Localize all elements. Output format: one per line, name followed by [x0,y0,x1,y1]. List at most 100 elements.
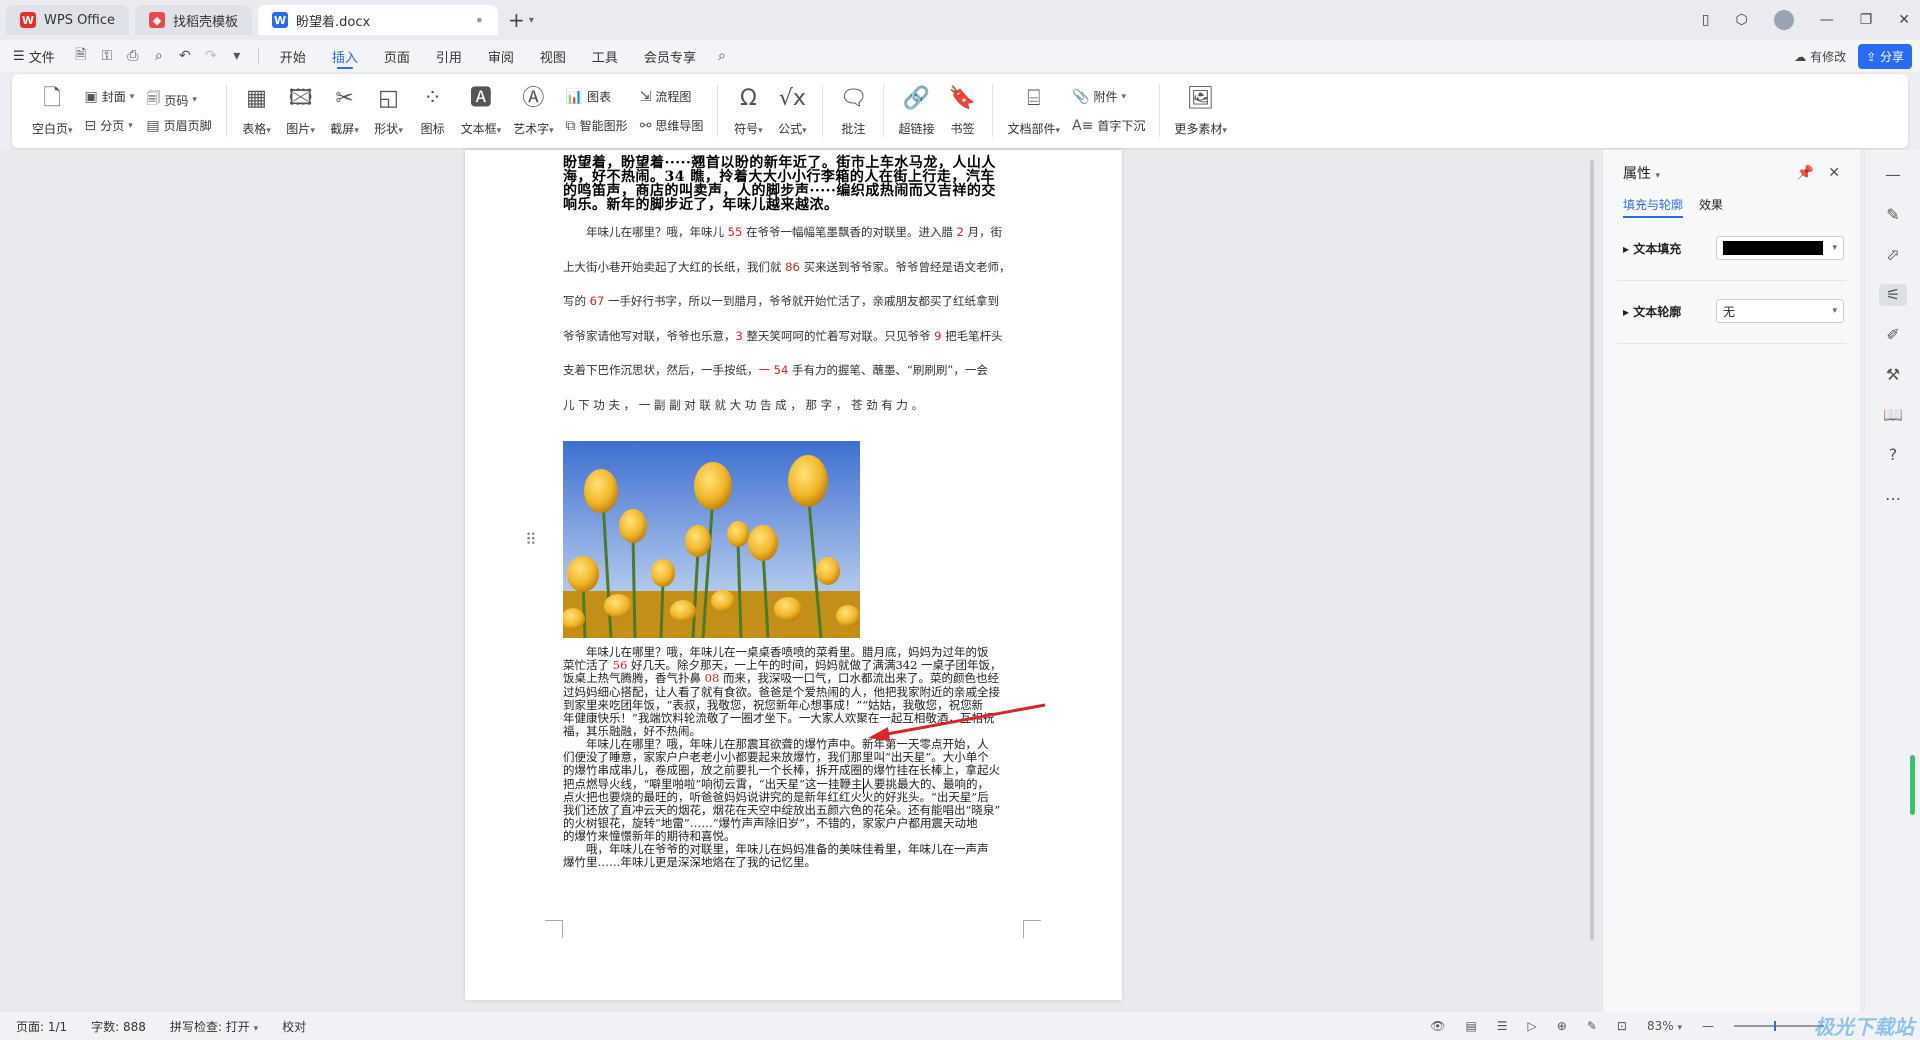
word-count[interactable]: 字数: 888 [91,1018,146,1035]
header-footer-button[interactable]: ▤ 页眉页脚 [142,115,215,136]
undo-icon[interactable]: ↶ [172,48,198,64]
new-tab-icon[interactable]: + [508,8,525,32]
menu-member[interactable]: 会员专享 [631,40,709,72]
edit-image-icon[interactable]: ✐ [1879,324,1907,346]
menu-review[interactable]: 审阅 [475,40,527,72]
search-icon[interactable]: ⌕ [709,48,735,64]
pen-icon[interactable]: ✎ [1879,204,1907,226]
icon-button[interactable]: ⁘ 图标 [413,83,453,139]
collapse-icon[interactable]: — [1879,164,1907,186]
document-canvas[interactable]: 盼望着，盼望着·····翘首以盼的新年近了。街市上车水马龙，人山人 海，好不热闹… [0,150,1600,1012]
redo-icon[interactable]: ↷ [198,48,224,64]
minimize-icon[interactable]: — [1820,12,1834,28]
tab-wps-office[interactable]: W WPS Office [6,5,130,35]
chevron-down-icon[interactable]: ▾ [529,15,534,26]
paragraph-firecrackers[interactable]: 年味儿在哪里？哦，年味儿在那震耳欲聋的爆竹声中。新年第一天零点开始，人 们便没了睡… [563,738,1025,844]
properties-title[interactable]: 属性 ▾ [1623,163,1660,183]
avatar[interactable] [1773,10,1794,30]
tab-fill-outline[interactable]: 填充与轮廓 [1623,196,1684,218]
document-title-paragraph[interactable]: 盼望着，盼望着·····翘首以盼的新年近了。街市上车水马龙，人山人 海，好不热闹… [563,156,1025,212]
menu-view[interactable]: 视图 [527,40,579,72]
menu-tools[interactable]: 工具 [579,40,631,72]
page-view-icon[interactable]: ▤ [1465,1019,1476,1033]
menu-page[interactable]: 页面 [371,40,423,72]
tab-docer[interactable]: ◆ 找稻壳模板 [135,5,253,35]
proofread[interactable]: 校对 [282,1018,306,1035]
modified-label: 有修改 [1810,50,1847,64]
web-view-icon[interactable]: ⊕ [1557,1019,1567,1033]
blank-page-button[interactable]: 🗋 空白页▾ [28,83,77,139]
restore-icon[interactable]: ❐ [1860,12,1873,28]
pin-icon[interactable]: 📌 [1797,165,1814,181]
screenshot-button[interactable]: ✂ 截屏▾ [325,83,365,139]
cube-icon[interactable]: ⬡ [1735,12,1747,28]
play-icon[interactable]: ▷ [1528,1019,1537,1033]
print-icon[interactable]: ⎙ [120,48,146,64]
page-count[interactable]: 页面: 1/1 [16,1018,67,1035]
doc-parts-button[interactable]: ⌸ 文档部件▾ [1003,83,1064,139]
book-icon[interactable]: 📖 [1879,404,1907,426]
key-icon[interactable]: ⚿ [94,48,120,64]
properties-icon[interactable]: ⚟ [1879,284,1907,306]
zoom-out-icon[interactable]: — [1702,1019,1714,1033]
more-icon[interactable]: … [1879,484,1907,506]
vertical-scrollbar[interactable] [1585,150,1599,1012]
fit-icon[interactable]: ⊡ [1617,1019,1627,1033]
text-segment: 上大街小巷开始卖起了大红的长纸，我们就 [563,259,786,274]
wordart-button[interactable]: Ⓐ 艺术字▾ [509,83,558,139]
print-preview-icon[interactable]: ⌕ [146,48,172,64]
text-fill-select[interactable]: ▾ [1716,236,1844,260]
menu-reference[interactable]: 引用 [423,40,475,72]
drop-cap-button[interactable]: A≡ 首字下沉 [1068,115,1149,136]
tools-icon[interactable]: ⚒ [1879,364,1907,386]
save-icon[interactable]: 🗎 [68,44,94,68]
text-fill-label[interactable]: ▸ 文本填充 [1623,240,1681,257]
tulip-picture[interactable] [563,441,860,638]
table-button[interactable]: ▦ 表格▾ [237,83,277,139]
mindmap-button[interactable]: ⚯ 思维导图 [636,115,708,136]
paragraph-couplets[interactable]: 年味儿在哪里？哦，年味儿 55 在爷爷一幅幅笔墨飘香的对联里。进入腊 2 月，街… [563,215,1025,422]
help-icon[interactable]: ? [1879,444,1907,466]
file-menu[interactable]: ☰ 文件 [0,40,68,72]
picture-button[interactable]: 🖾 图片▾ [281,83,321,139]
outline-view-icon[interactable]: ☰ [1497,1019,1508,1033]
cover-button[interactable]: ▣ 封面 ▾ [81,86,139,107]
smart-shape-button[interactable]: ⧉ 智能图形 [562,115,632,136]
tab-close-icon[interactable]: • [475,11,484,30]
hyperlink-button[interactable]: 🔗 超链接 [894,83,938,139]
comment-button[interactable]: 🗨 批注 [833,83,873,139]
spell-check[interactable]: 拼写检查: 打开 ▾ [170,1018,258,1035]
zoom-level[interactable]: 83% ▾ [1647,1019,1682,1033]
modified-status[interactable]: ☁ 有修改 [1794,48,1846,65]
chart-button[interactable]: 📊 图表 [562,86,632,107]
close-icon[interactable]: ✕ [1898,12,1910,28]
attachment-button[interactable]: 📎 附件 ▾ [1068,86,1149,107]
more-material-button[interactable]: 🖼 更多素材▾ [1170,83,1231,139]
textbox-button[interactable]: 🅰 文本框▾ [457,83,506,139]
menu-start[interactable]: 开始 [267,40,319,72]
page-number-button[interactable]: 🗐 页码 ▾ [142,86,215,114]
tab-effect[interactable]: 效果 [1699,196,1723,218]
write-icon[interactable]: ✎ [1587,1019,1597,1033]
bookmark-button[interactable]: 🔖 书签 [942,83,982,139]
layout-icon[interactable]: ▯ [1702,12,1710,28]
drag-handle-icon[interactable]: ⠿ [525,530,537,549]
eye-icon[interactable]: 👁 [1430,1019,1445,1033]
page-break-button[interactable]: ⊟ 分页 ▾ [81,115,139,136]
paragraph-conclusion[interactable]: 哦，年味儿在爷爷的对联里，年味儿在妈妈准备的美味佳肴里，年味儿在一声声 爆竹里……… [563,843,1025,869]
close-icon[interactable]: ✕ [1828,165,1840,181]
zoom-slider[interactable] [1734,1021,1824,1031]
document-page[interactable]: 盼望着，盼望着·····翘首以盼的新年近了。街市上车水马龙，人山人 海，好不热闹… [465,150,1122,1000]
text-outline-select[interactable]: 无 ▾ [1716,299,1844,323]
text-outline-label[interactable]: ▸ 文本轮廓 [1623,303,1681,320]
formula-button[interactable]: √x 公式▾ [772,83,812,139]
share-button[interactable]: ⇪ 分享 [1858,44,1912,69]
tab-document[interactable]: W 盼望着.docx • [258,5,499,35]
flowchart-button[interactable]: ⇲ 流程图 [636,86,708,107]
more-quick-icon[interactable]: ▾ [224,48,250,64]
symbol-button[interactable]: Ω 符号▾ [728,83,768,139]
shape-button[interactable]: ◱ 形状▾ [369,83,409,139]
select-icon[interactable]: ⬀ [1879,244,1907,266]
menu-insert[interactable]: 插入 [319,40,371,72]
scrollbar-thumb[interactable] [1590,160,1594,940]
